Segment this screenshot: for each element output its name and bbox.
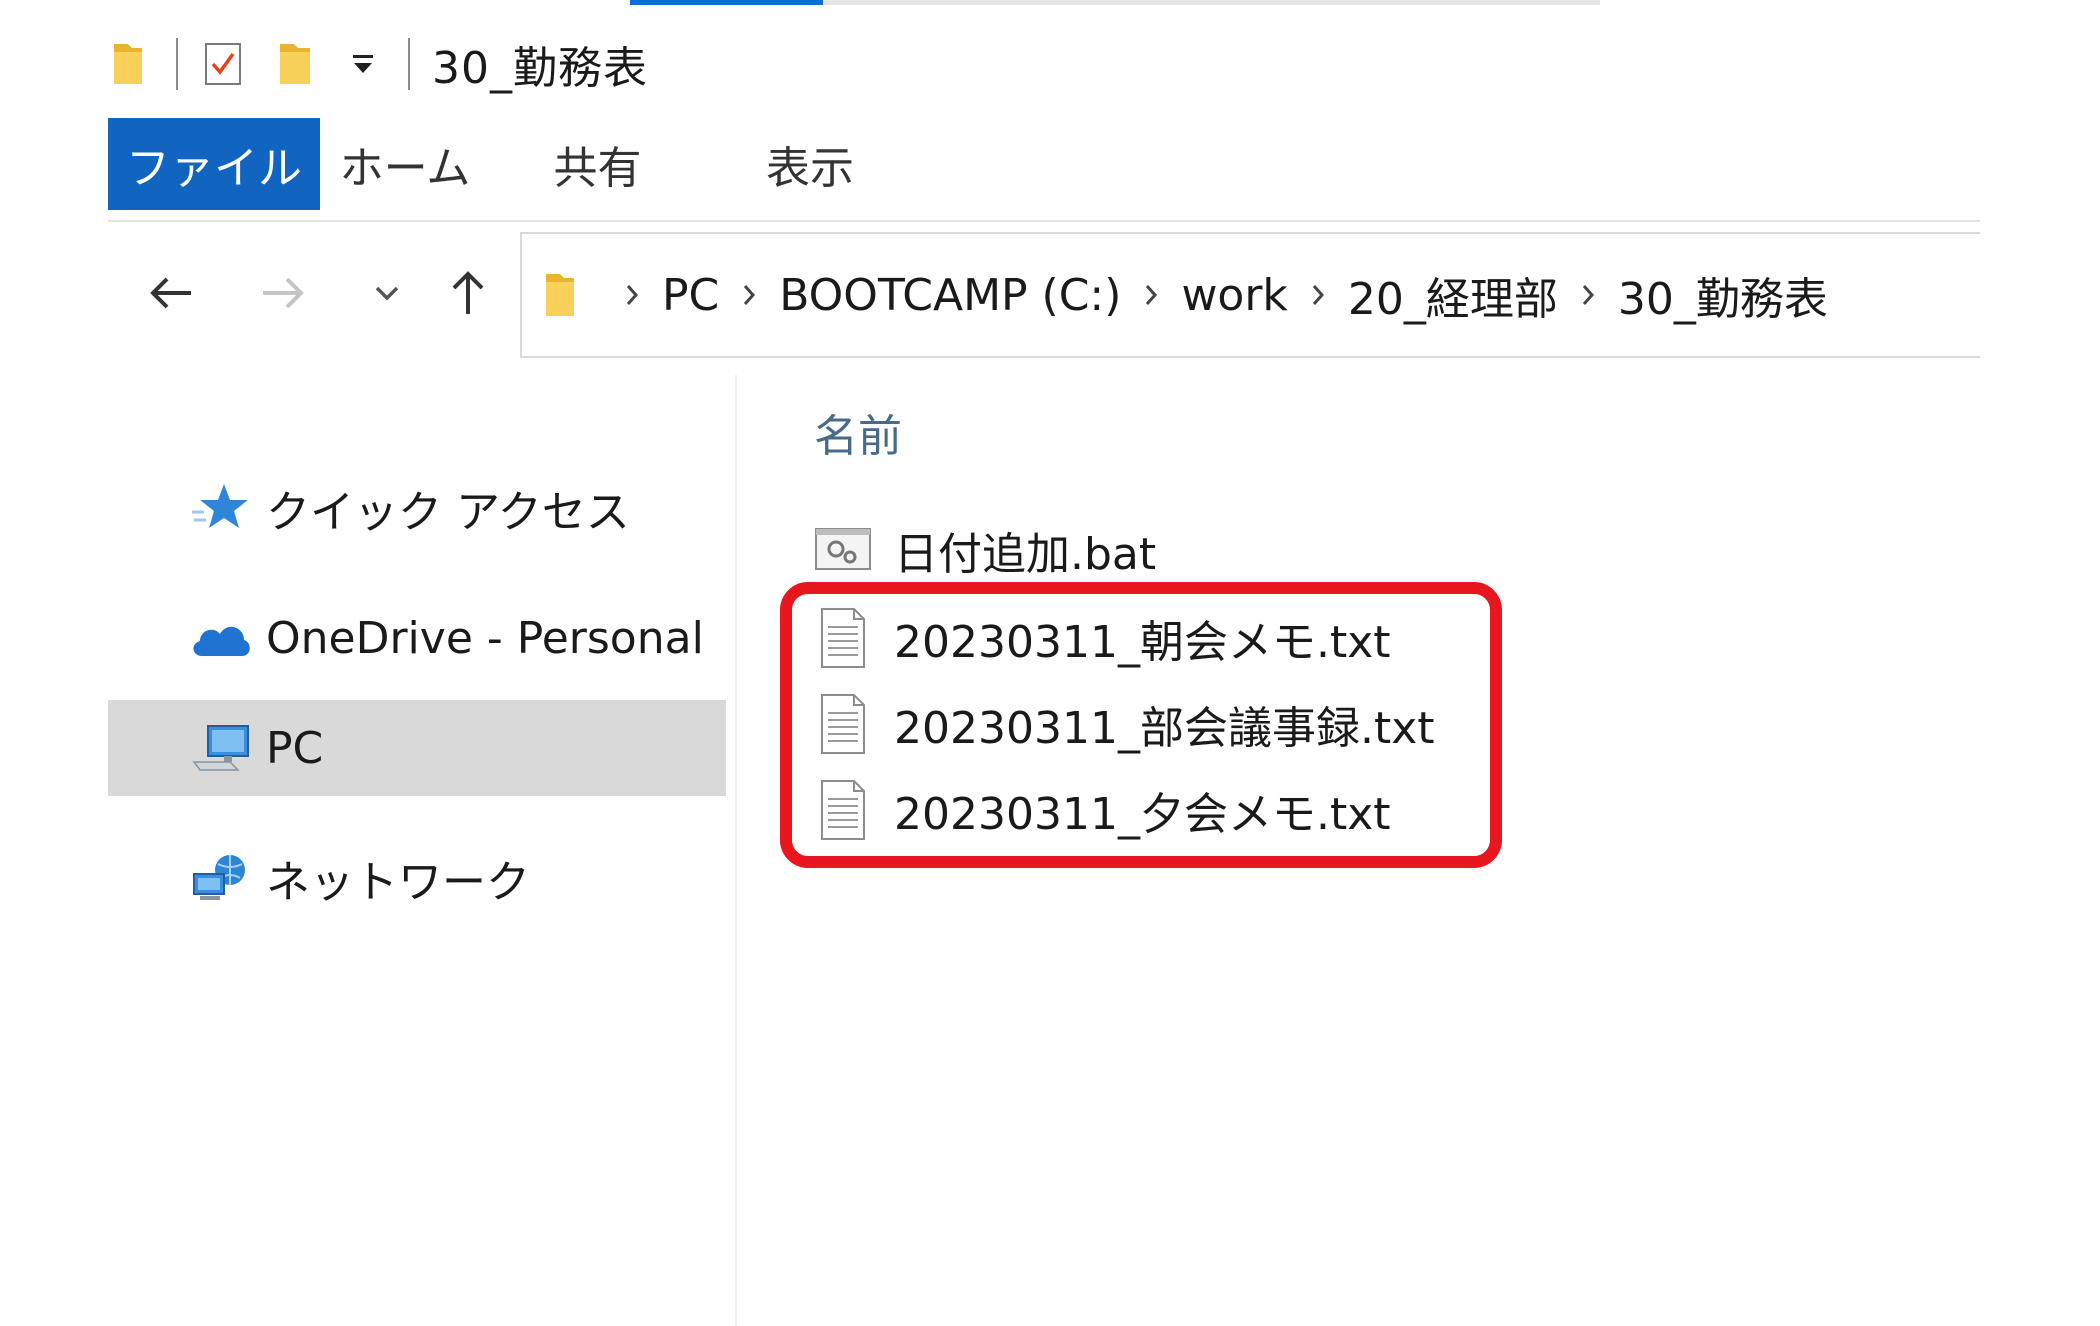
- highlight-annotation: [780, 582, 1502, 868]
- recent-locations-button[interactable]: [352, 260, 422, 330]
- sidebar-item-label: PC: [266, 722, 324, 774]
- tab-share[interactable]: 共有: [490, 118, 705, 210]
- tab-file[interactable]: ファイル: [108, 118, 320, 210]
- toolbar-separator: [408, 38, 410, 90]
- forward-button[interactable]: [248, 260, 318, 330]
- tab-home[interactable]: ホーム: [320, 118, 490, 210]
- batch-file-icon: [814, 519, 872, 581]
- sidebar-item-label: ネットワーク: [266, 857, 530, 908]
- chevron-right-icon[interactable]: [1308, 281, 1328, 309]
- arrow-left-icon: [147, 273, 195, 317]
- breadcrumb-drive[interactable]: BOOTCAMP (C:): [779, 270, 1121, 321]
- sidebar-item-network[interactable]: ネットワーク: [108, 830, 726, 926]
- title-bar: 30_勤務表: [108, 28, 648, 100]
- navigation-pane: クイック アクセス OneDrive - Personal PC ネットワーク: [108, 370, 734, 1326]
- sidebar-item-label: OneDrive - Personal: [266, 612, 704, 664]
- chevron-right-icon[interactable]: [739, 281, 759, 309]
- ribbon-tabs: ファイル ホーム 共有 表示: [108, 118, 915, 210]
- top-progress-accent: [630, 0, 823, 5]
- pane-divider[interactable]: [735, 375, 737, 1326]
- chevron-right-icon[interactable]: [622, 281, 642, 309]
- arrow-right-icon: [259, 273, 307, 317]
- computer-icon: [190, 722, 252, 774]
- address-bar[interactable]: PC BOOTCAMP (C:) work 20_経理部 30_勤務表: [520, 232, 1980, 358]
- chevron-right-icon[interactable]: [1141, 281, 1161, 309]
- properties-checkbox-icon[interactable]: [202, 38, 244, 90]
- network-icon: [190, 852, 252, 904]
- folder-icon: [108, 38, 148, 90]
- sidebar-item-label: クイック アクセス: [266, 487, 630, 538]
- back-button[interactable]: [136, 260, 206, 330]
- breadcrumb-accounting[interactable]: 20_経理部: [1348, 263, 1558, 327]
- file-row[interactable]: 日付追加.bat: [814, 510, 1514, 590]
- folder-icon: [540, 268, 580, 322]
- column-header-name[interactable]: 名前: [814, 400, 902, 464]
- file-name: 日付追加.bat: [894, 529, 1157, 580]
- breadcrumb-current[interactable]: 30_勤務表: [1618, 263, 1828, 327]
- chevron-down-icon: [372, 283, 402, 307]
- ribbon-divider: [108, 220, 1980, 222]
- window-title: 30_勤務表: [432, 43, 648, 94]
- new-folder-icon[interactable]: [274, 38, 316, 90]
- sidebar-item-quick-access[interactable]: クイック アクセス: [108, 460, 726, 556]
- toolbar-separator: [176, 38, 178, 90]
- up-button[interactable]: [433, 260, 503, 330]
- arrow-up-icon: [448, 268, 488, 322]
- customize-toolbar-dropdown-icon[interactable]: [350, 49, 376, 79]
- chevron-right-icon[interactable]: [1578, 281, 1598, 309]
- tab-view[interactable]: 表示: [705, 118, 915, 210]
- breadcrumb-pc[interactable]: PC: [662, 270, 719, 321]
- sidebar-item-onedrive[interactable]: OneDrive - Personal: [108, 590, 726, 686]
- star-icon: [190, 482, 252, 534]
- sidebar-item-pc[interactable]: PC: [108, 700, 726, 796]
- breadcrumb-work[interactable]: work: [1181, 270, 1287, 321]
- navigation-bar: PC BOOTCAMP (C:) work 20_経理部 30_勤務表: [108, 232, 1980, 358]
- cloud-icon: [190, 612, 252, 664]
